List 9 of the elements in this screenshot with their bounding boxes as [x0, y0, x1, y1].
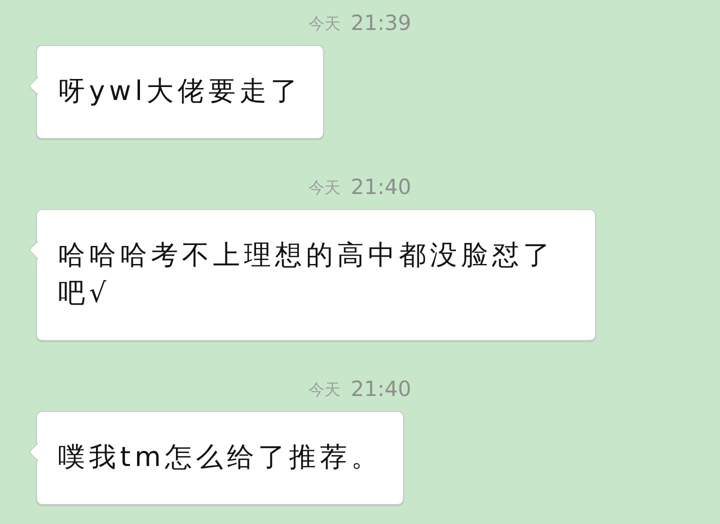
message-text: 哈哈哈考不上理想的高中都没脸怼了吧√ — [58, 239, 555, 311]
timestamp-day: 今天 — [308, 176, 341, 200]
timestamp-day: 今天 — [308, 378, 341, 402]
timestamp-day: 今天 — [308, 12, 341, 36]
timestamp-time: 21:40 — [350, 174, 412, 202]
timestamp-time: 21:40 — [350, 376, 412, 404]
timestamp-time: 21:39 — [350, 10, 412, 38]
message-text: 呀ywl大佬要走了 — [58, 75, 302, 109]
message-text: 噗我tm怎么给了推荐。 — [58, 441, 382, 475]
